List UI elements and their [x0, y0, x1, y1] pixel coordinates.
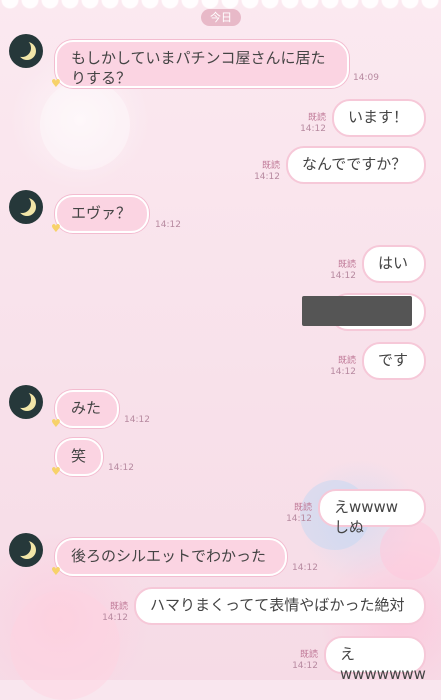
- message-text: ハマりまくってて表情やばかった絶対: [150, 596, 405, 614]
- message-bubble-outgoing[interactable]: です: [362, 342, 426, 380]
- read-receipt: 既読: [337, 260, 356, 270]
- read-receipt: 既読: [109, 602, 128, 612]
- heart-icon: ♥: [51, 565, 61, 578]
- message-text: 笑: [71, 447, 87, 465]
- message-bubble-incoming[interactable]: もしかしていまパチンコ屋さんに居た りする？ ♥: [51, 40, 349, 89]
- message-text: えwwwwwww: [340, 645, 426, 683]
- message-time: 14:12: [300, 124, 326, 134]
- message-bubble-incoming[interactable]: 笑 ♥: [51, 438, 103, 477]
- read-receipt: 既読: [293, 503, 312, 513]
- read-receipt: 既読: [261, 161, 280, 171]
- message-text: エヴァ？: [71, 204, 132, 222]
- heart-icon: ♥: [51, 417, 61, 430]
- message-text: なんでですか？: [302, 155, 407, 173]
- message-text: います！: [348, 108, 409, 126]
- message-bubble-outgoing[interactable]: ハマりまくってて表情やばかった絶対: [134, 587, 426, 625]
- message-time: 14:12: [330, 367, 356, 377]
- message-bubble-incoming[interactable]: みた ♥: [51, 390, 119, 429]
- message-text: はい: [378, 254, 409, 272]
- read-receipt: 既読: [337, 356, 356, 366]
- message-time: 14:12: [292, 661, 318, 671]
- moon-icon: [13, 390, 31, 408]
- message-meta: 既読 14:12: [284, 650, 318, 672]
- message-meta: 既読 14:12: [292, 113, 326, 135]
- message-text: 後ろのシルエットでわかった: [71, 547, 267, 565]
- read-receipt: 既読: [299, 650, 318, 660]
- moon-icon: [13, 39, 31, 57]
- message-time: 14:12: [254, 172, 280, 182]
- message-time: 14:12: [124, 415, 150, 425]
- message-time: 14:12: [286, 514, 312, 524]
- moon-icon: [13, 195, 31, 213]
- message-bubble-outgoing[interactable]: はい: [362, 245, 426, 283]
- bg-character-decoration: [40, 80, 130, 170]
- message-time: 14:09: [353, 73, 379, 83]
- redacted-block: [302, 296, 412, 326]
- avatar[interactable]: [9, 385, 43, 419]
- read-receipt: 既読: [307, 113, 326, 123]
- heart-icon: ♥: [51, 222, 61, 235]
- message-time: 14:12: [155, 220, 181, 230]
- message-meta: 既読 14:12: [94, 602, 128, 624]
- message-text: もしかしていまパチンコ屋さんに居た りする？: [71, 49, 326, 87]
- message-meta: 既読 14:12: [322, 260, 356, 282]
- avatar[interactable]: [9, 190, 43, 224]
- message-text: です: [378, 351, 409, 369]
- message-time: 14:12: [292, 563, 318, 573]
- avatar[interactable]: [9, 533, 43, 567]
- message-bubble-outgoing[interactable]: なんでですか？: [286, 146, 426, 184]
- message-time: 14:12: [108, 463, 134, 473]
- heart-icon: ♥: [51, 465, 61, 478]
- bg-flower-decoration: [380, 520, 440, 580]
- message-bubble-incoming[interactable]: エヴァ？ ♥: [51, 195, 149, 234]
- moon-icon: [13, 538, 31, 556]
- heart-icon: ♥: [51, 77, 61, 90]
- message-bubble-outgoing[interactable]: えwwwwしぬ: [318, 489, 426, 536]
- date-separator: 今日: [201, 9, 241, 26]
- message-text: みた: [71, 399, 102, 417]
- message-bubble-outgoing[interactable]: います！: [332, 99, 426, 137]
- message-bubble-incoming[interactable]: 後ろのシルエットでわかった ♥: [51, 538, 287, 577]
- message-time: 14:12: [102, 613, 128, 623]
- message-meta: 既読 14:12: [322, 356, 356, 378]
- avatar[interactable]: [9, 34, 43, 68]
- message-bubble-outgoing[interactable]: えwwwwwww: [324, 636, 426, 683]
- message-time: 14:12: [330, 271, 356, 281]
- message-meta: 既読 14:12: [246, 161, 280, 183]
- message-meta: 既読 14:12: [278, 503, 312, 525]
